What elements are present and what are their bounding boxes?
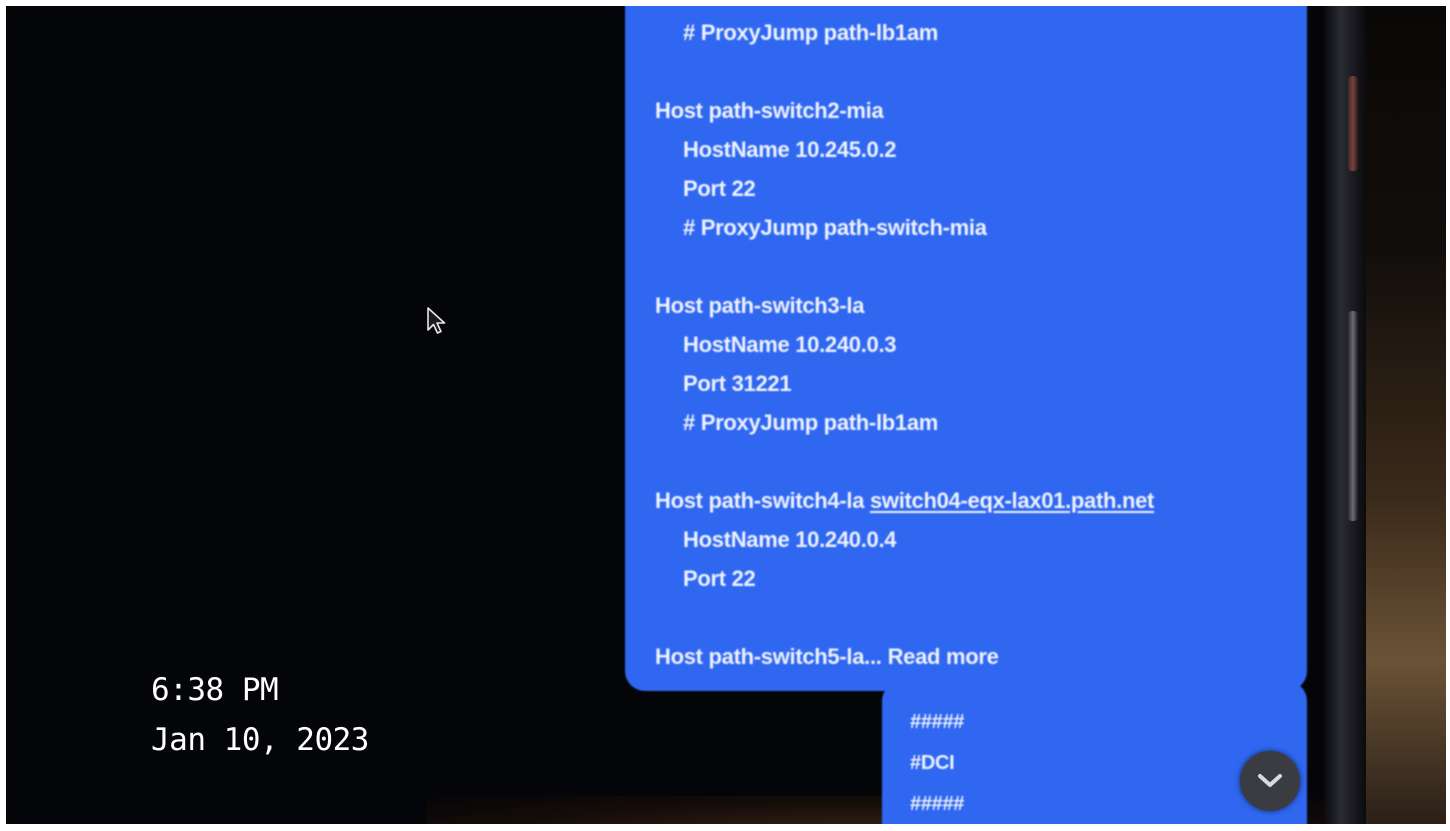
chevron-down-icon xyxy=(1258,774,1282,787)
message-line: #DCI xyxy=(910,752,955,774)
message-line: Port 31221 xyxy=(683,371,792,396)
device-side-button xyxy=(1348,76,1358,171)
chat-message-bubble[interactable]: ##### #DCI ##### xyxy=(882,681,1307,824)
device-side-button xyxy=(1348,311,1358,521)
device-edge xyxy=(1324,6,1366,824)
message-line: Host path-switch2-mia xyxy=(655,98,884,123)
message-line: HostName 10.240.0.4 xyxy=(683,527,897,552)
mouse-pointer-icon xyxy=(427,307,446,334)
message-text: Host path-switch4-la xyxy=(655,488,865,513)
message-line: Host path-switch3-la xyxy=(655,293,865,318)
message-line: HostName 10.240.0.3 xyxy=(683,332,897,357)
background-surface xyxy=(1366,6,1446,824)
overlay-time: 6:38 PM xyxy=(151,672,279,708)
message-line: # ProxyJump path-lb1am xyxy=(683,410,939,435)
message-line: # ProxyJump path-lb1am xyxy=(683,20,939,45)
message-line: # ProxyJump path-switch-mia xyxy=(683,215,987,240)
overlay-date: Jan 10, 2023 xyxy=(151,722,369,758)
message-text: Host path-switch5-la... xyxy=(655,644,882,669)
message-line: Port 22 xyxy=(683,176,756,201)
message-line: Host path-switch4-la switch04-eqx-lax01.… xyxy=(655,488,1154,514)
chat-message-bubble[interactable]: # ProxyJump path-lb1am Host path-switch2… xyxy=(625,6,1307,691)
message-line: ##### xyxy=(910,711,965,733)
video-frame: # ProxyJump path-lb1am Host path-switch2… xyxy=(6,6,1446,824)
scroll-to-bottom-button[interactable] xyxy=(1240,751,1300,811)
message-line: ##### xyxy=(910,793,965,815)
message-line: Port 22 xyxy=(683,566,756,591)
hostname-link[interactable]: switch04-eqx-lax01.path.net xyxy=(870,488,1154,513)
read-more-link[interactable]: Read more xyxy=(888,644,999,669)
message-line: Host path-switch5-la... Read more xyxy=(655,644,999,670)
message-line: HostName 10.245.0.2 xyxy=(683,137,897,162)
